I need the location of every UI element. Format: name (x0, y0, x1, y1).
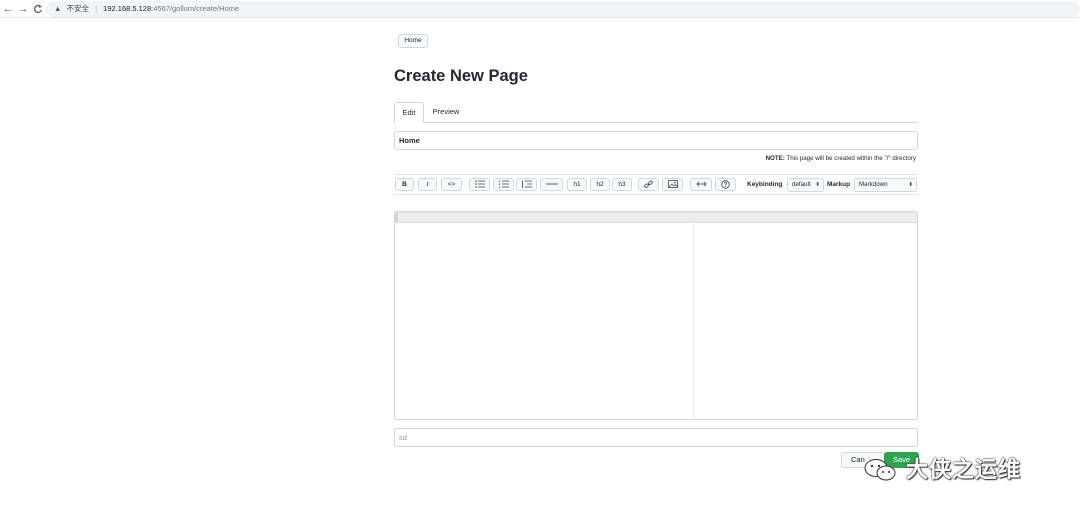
help-icon (721, 180, 730, 189)
tab-edit[interactable]: Edit (394, 102, 424, 123)
watermark-text: 大侠之运维 (906, 457, 1022, 482)
commit-message-input[interactable]: sd (394, 428, 918, 447)
italic-button[interactable]: I (418, 178, 437, 191)
wechat-logo-icon (864, 459, 896, 481)
tab-preview[interactable]: Preview (427, 102, 465, 123)
horizontal-rule-button[interactable] (540, 178, 563, 191)
h1-button[interactable]: h1 (567, 178, 587, 191)
code-button[interactable]: <> (441, 178, 462, 191)
unordered-list-icon (474, 180, 485, 188)
ordered-list-icon (498, 180, 509, 188)
keybinding-value: default (792, 181, 811, 188)
horizontal-rule-icon (545, 183, 558, 185)
h3-button[interactable]: h3 (612, 178, 632, 191)
page-name-input[interactable]: Home (394, 131, 918, 150)
select-arrows-icon: ⬍ (908, 182, 913, 188)
indent-list-button[interactable] (516, 178, 537, 191)
address-separator: | (95, 4, 98, 13)
link-button[interactable] (638, 178, 659, 191)
image-icon (667, 180, 678, 188)
expand-horizontal-icon (695, 181, 707, 187)
editor-toolbar: B I <> h1 h2 h3 Keybinding default ⬍ Mar… (394, 174, 918, 195)
home-button[interactable]: Home (398, 34, 428, 48)
security-label: 不安全 (66, 4, 90, 13)
unordered-list-button[interactable] (469, 178, 490, 191)
forward-arrow-icon[interactable]: → (16, 2, 30, 16)
page-title: Create New Page (394, 67, 528, 85)
markup-value: Markdown (859, 181, 888, 188)
browser-toolbar: ← → ▲ 不安全 | 192.168.5.128:4567/gollum/cr… (0, 0, 1080, 18)
bold-button[interactable]: B (395, 178, 414, 191)
reload-icon[interactable] (31, 2, 45, 16)
keybinding-label: Keybinding (747, 181, 783, 188)
back-arrow-icon[interactable]: ← (1, 2, 15, 16)
editor-gutter (395, 212, 398, 223)
editor-tabs: Edit Preview (394, 102, 918, 123)
h2-button[interactable]: h2 (590, 178, 610, 191)
note-prefix: NOTE: (765, 155, 785, 162)
editor-divider[interactable] (693, 223, 694, 419)
warning-icon: ▲ (54, 4, 62, 13)
url-host: 192.168.5.128 (103, 4, 152, 13)
image-button[interactable] (662, 178, 683, 191)
select-arrows-icon: ⬍ (815, 182, 820, 188)
indent-list-icon (521, 180, 532, 188)
content-editor[interactable] (394, 211, 918, 420)
help-button[interactable] (715, 178, 736, 191)
note-text: This page will be created within the "/"… (784, 155, 916, 162)
address-bar[interactable]: ▲ 不安全 | 192.168.5.128:4567/gollum/create… (46, 1, 1080, 17)
markup-select[interactable]: Markdown ⬍ (854, 178, 917, 192)
directory-note: NOTE: This page will be created within t… (600, 155, 916, 162)
ordered-list-button[interactable] (493, 178, 514, 191)
editor-header-bar (395, 212, 917, 223)
keybinding-select[interactable]: default ⬍ (787, 178, 824, 192)
url-path: :4567/gollum/create/Home (151, 4, 240, 13)
function-bar-button[interactable] (690, 178, 712, 191)
link-icon (644, 180, 653, 188)
markup-label: Markup (827, 181, 851, 188)
